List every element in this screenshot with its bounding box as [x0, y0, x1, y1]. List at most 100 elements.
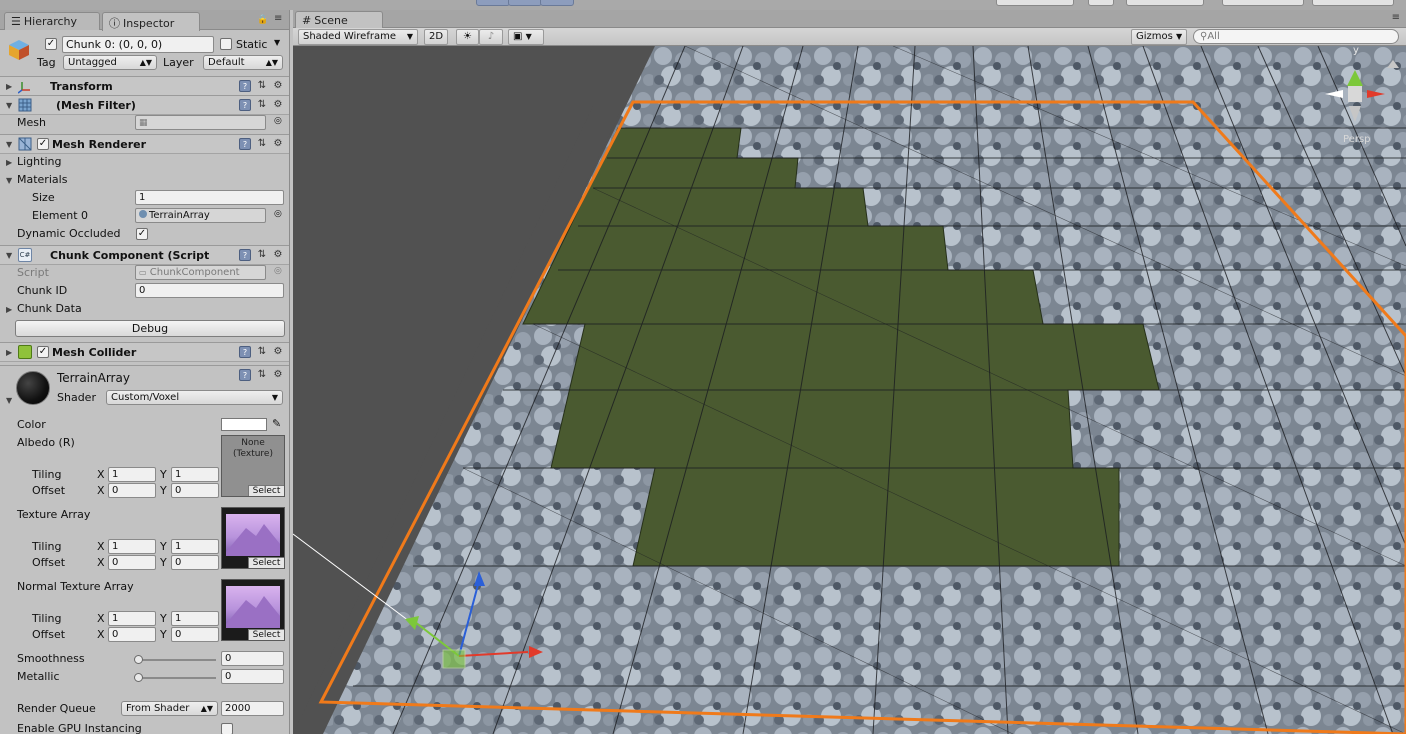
help-book-icon[interactable]: ?: [239, 346, 251, 358]
render-queue-field[interactable]: 2000: [221, 701, 284, 716]
ta-offset-y[interactable]: 0: [171, 555, 219, 570]
albedo-tiling-x[interactable]: 1: [108, 467, 156, 482]
help-book-icon[interactable]: ?: [239, 138, 251, 150]
mesh-object-field[interactable]: ▦: [135, 115, 266, 130]
gear-icon[interactable]: ⚙: [272, 346, 284, 358]
help-book-icon[interactable]: ?: [239, 80, 251, 92]
element0-material-field[interactable]: TerrainArray: [135, 208, 266, 223]
object-picker-icon[interactable]: ◎: [274, 116, 282, 126]
nta-tiling-x[interactable]: 1: [108, 611, 156, 626]
material-header[interactable]: ▼ TerrainArray Shader Custom/Voxel ▼ ? ⇅ ⚙: [0, 365, 289, 407]
layers-button[interactable]: [1222, 0, 1304, 6]
gear-icon[interactable]: ⚙: [272, 99, 284, 111]
nta-tiling-y[interactable]: 1: [171, 611, 219, 626]
gizmos-dropdown[interactable]: Gizmos ▼: [1131, 29, 1187, 45]
preset-icon[interactable]: ⇅: [256, 138, 268, 150]
expanded-arrow-icon[interactable]: ▼: [6, 101, 12, 110]
smoothness-field[interactable]: 0: [221, 651, 284, 666]
gpu-instancing-checkbox[interactable]: [221, 723, 233, 734]
metallic-slider-track[interactable]: [138, 677, 216, 679]
eyedropper-icon[interactable]: ✎: [272, 417, 281, 430]
mode-2d-toggle[interactable]: 2D: [424, 29, 448, 45]
ta-tiling-y[interactable]: 1: [171, 539, 219, 554]
preset-icon[interactable]: ⇅: [256, 80, 268, 92]
gear-icon[interactable]: ⚙: [272, 138, 284, 150]
scene-viewport[interactable]: y Persp: [293, 45, 1406, 734]
collapsed-arrow-icon[interactable]: ▶: [6, 158, 12, 167]
gear-icon[interactable]: ⚙: [272, 249, 284, 261]
nta-offset-y[interactable]: 0: [171, 627, 219, 642]
albedo-offset-x[interactable]: 0: [108, 483, 156, 498]
ta-tiling-x[interactable]: 1: [108, 539, 156, 554]
albedo-offset-y[interactable]: 0: [171, 483, 219, 498]
collapsed-arrow-icon[interactable]: ▶: [6, 82, 12, 91]
effects-dropdown-icon[interactable]: ▣ ▼: [508, 29, 544, 45]
expanded-arrow-icon[interactable]: ▼: [6, 140, 12, 149]
debug-button[interactable]: Debug: [15, 320, 285, 337]
size-field[interactable]: 1: [135, 190, 284, 205]
dynamic-occluded-checkbox[interactable]: ✓: [136, 228, 148, 240]
collapsed-arrow-icon[interactable]: ▶: [6, 348, 12, 357]
layout-button[interactable]: [1312, 0, 1394, 6]
step-button[interactable]: [540, 0, 574, 6]
ta-offset-x[interactable]: 0: [108, 555, 156, 570]
lighting-toggle-icon[interactable]: ☀: [456, 29, 479, 45]
collapsed-arrow-icon[interactable]: ▶: [6, 305, 12, 314]
tab-inspector[interactable]: ⓘ Inspector: [102, 12, 200, 31]
object-picker-icon[interactable]: ◎: [274, 209, 282, 219]
tag-dropdown[interactable]: Untagged ▲▼: [63, 55, 157, 70]
static-checkbox[interactable]: [220, 38, 232, 50]
shader-dropdown[interactable]: Custom/Voxel ▼: [106, 390, 283, 405]
render-queue-dropdown[interactable]: From Shader ▲▼: [121, 701, 218, 716]
chunk-data-foldout[interactable]: ▶ Chunk Data: [0, 300, 289, 318]
smoothness-slider-knob[interactable]: [134, 655, 143, 664]
preset-icon[interactable]: ⇅: [256, 99, 268, 111]
nta-offset-x[interactable]: 0: [108, 627, 156, 642]
lock-icon[interactable]: 🔒: [257, 15, 268, 25]
smoothness-slider-track[interactable]: [138, 659, 216, 661]
gear-icon[interactable]: ⚙: [272, 80, 284, 92]
albedo-tiling-y[interactable]: 1: [171, 467, 219, 482]
mesh-renderer-enabled-checkbox[interactable]: ✓: [37, 138, 49, 150]
y-label: Y: [160, 468, 167, 481]
chunk-id-field[interactable]: 0: [135, 283, 284, 298]
transform-header[interactable]: ▶ Transform ? ⇅ ⚙: [0, 76, 289, 96]
persp-label[interactable]: Persp: [1343, 134, 1371, 145]
pause-button[interactable]: [508, 0, 542, 6]
collab-button[interactable]: [996, 0, 1074, 6]
preset-icon[interactable]: ⇅: [256, 249, 268, 261]
preset-icon[interactable]: ⇅: [256, 369, 268, 381]
tab-hierarchy[interactable]: ☰ Hierarchy: [4, 12, 100, 30]
lighting-foldout[interactable]: ▶ Lighting: [0, 153, 289, 171]
audio-toggle-icon[interactable]: ♪: [479, 29, 503, 45]
panel-menu-icon[interactable]: ≡: [1392, 12, 1400, 23]
object-name-field[interactable]: Chunk 0: (0, 0, 0): [62, 36, 214, 53]
mesh-filter-header[interactable]: ▼ (Mesh Filter) ? ⇅ ⚙: [0, 95, 289, 115]
play-button[interactable]: [476, 0, 510, 6]
expanded-arrow-icon[interactable]: ▼: [6, 396, 12, 405]
cloud-button[interactable]: [1088, 0, 1114, 6]
static-dropdown-arrow-icon[interactable]: ▼: [274, 38, 280, 47]
gear-icon[interactable]: ⚙: [272, 369, 284, 381]
account-button[interactable]: [1126, 0, 1204, 6]
color-swatch[interactable]: [221, 418, 267, 431]
mesh-collider-enabled-checkbox[interactable]: ✓: [37, 346, 49, 358]
help-book-icon[interactable]: ?: [239, 249, 251, 261]
help-book-icon[interactable]: ?: [239, 369, 251, 381]
layer-dropdown[interactable]: Default ▲▼: [203, 55, 283, 70]
tab-scene[interactable]: # Scene: [295, 11, 383, 28]
scene-search-input[interactable]: ⚲All: [1193, 29, 1399, 44]
preset-icon[interactable]: ⇅: [256, 346, 268, 358]
object-active-checkbox[interactable]: ✓: [45, 38, 57, 50]
materials-foldout[interactable]: ▼ Materials: [0, 171, 289, 189]
shading-mode-dropdown[interactable]: Shaded Wireframe ▼: [298, 29, 418, 45]
expanded-arrow-icon[interactable]: ▼: [6, 176, 12, 185]
panel-menu-icon[interactable]: ≡: [274, 13, 282, 24]
mesh-collider-header[interactable]: ▶ ✓ Mesh Collider ? ⇅ ⚙: [0, 342, 289, 362]
expanded-arrow-icon[interactable]: ▼: [6, 251, 12, 260]
chunk-component-header[interactable]: ▼ C# Chunk Component (Script ? ⇅ ⚙: [0, 245, 289, 265]
metallic-slider-knob[interactable]: [134, 673, 143, 682]
mesh-renderer-header[interactable]: ▼ ✓ Mesh Renderer ? ⇅ ⚙: [0, 134, 289, 154]
help-book-icon[interactable]: ?: [239, 99, 251, 111]
metallic-field[interactable]: 0: [221, 669, 284, 684]
